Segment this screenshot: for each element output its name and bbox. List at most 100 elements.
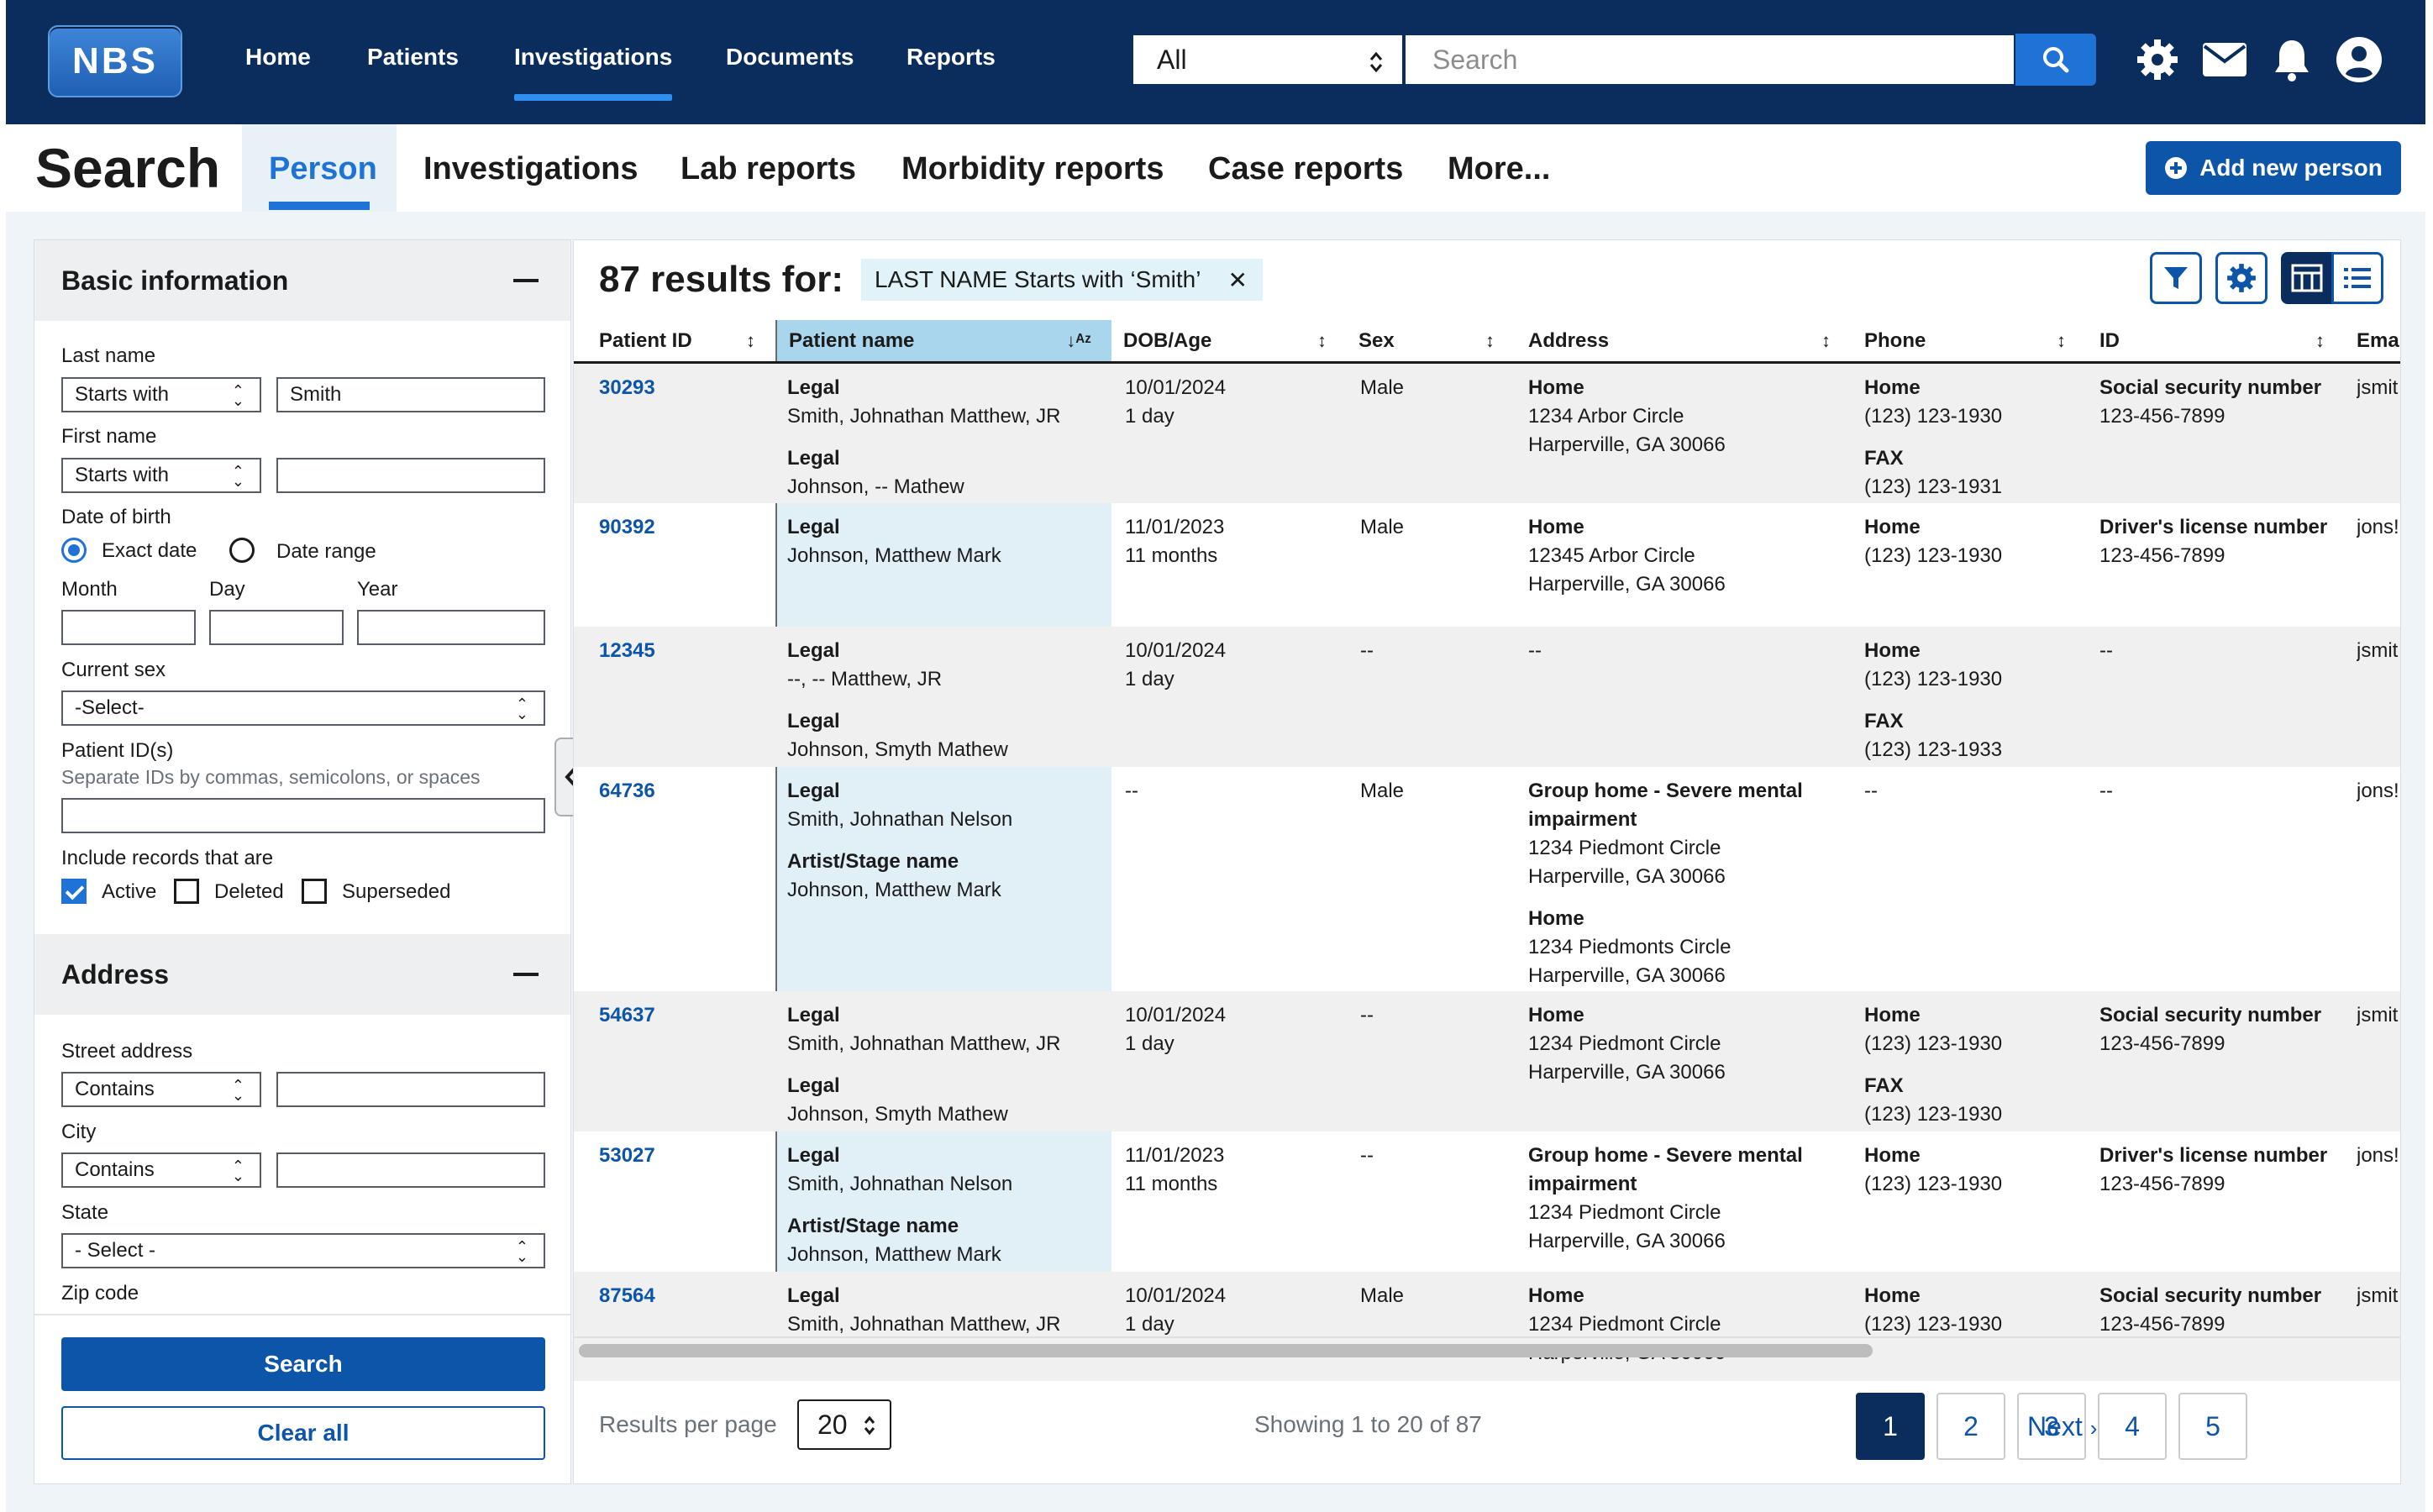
phone-cell: -- [1864, 777, 2083, 806]
nav-patients[interactable]: Patients [367, 44, 459, 71]
gear-icon[interactable] [2133, 35, 2182, 84]
search-button[interactable] [2015, 34, 2096, 86]
search-submit-button[interactable]: Search [61, 1337, 545, 1391]
bell-icon[interactable] [2267, 35, 2316, 84]
col-dob-age-label: DOB/Age [1123, 328, 1212, 352]
sort-icon[interactable]: ↕ [1485, 330, 1495, 352]
street-operator-select[interactable]: Contains ⌃ ⌄ [61, 1072, 261, 1107]
sort-icon[interactable]: ↕ [1317, 330, 1327, 352]
results-per-page-select[interactable]: 20 [797, 1399, 891, 1450]
col-sex-label: Sex [1358, 328, 1395, 352]
include-active-checkbox[interactable] [61, 879, 87, 904]
last-name-operator-select[interactable]: Starts with ⌃ ⌄ [61, 377, 261, 412]
col-sex[interactable]: Sex ↕ [1347, 320, 1515, 361]
first-name-input[interactable] [276, 458, 545, 493]
collapse-minus-icon[interactable] [513, 973, 539, 976]
tab-case-reports[interactable]: Case reports [1208, 151, 1403, 187]
collapse-minus-icon[interactable] [513, 279, 539, 282]
horizontal-scrollbar[interactable] [579, 1344, 1873, 1357]
table-view-button[interactable] [2281, 252, 2333, 304]
sort-icon[interactable]: ↕ [746, 330, 755, 352]
dob-day-input[interactable] [209, 610, 344, 645]
patient-id-link[interactable]: 90392 [599, 513, 655, 542]
city-input[interactable] [276, 1152, 545, 1188]
sort-icon[interactable]: ↕ [2315, 330, 2325, 352]
list-view-button[interactable] [2331, 252, 2383, 304]
settings-button[interactable] [2215, 252, 2267, 304]
sort-az-icon[interactable]: ↓ᴬᶻ [1066, 330, 1091, 352]
address-header[interactable]: Address [34, 934, 570, 1015]
current-sex-select[interactable]: -Select- ⌃ ⌄ [61, 690, 545, 726]
patient-ids-input[interactable] [61, 798, 545, 833]
results-count-text: Showing 1 to 20 of 87 [1254, 1411, 1482, 1437]
city-operator-select[interactable]: Contains ⌃ ⌄ [61, 1152, 261, 1188]
patient-id-link[interactable]: 30293 [599, 374, 655, 402]
sort-icon[interactable]: ↕ [1821, 330, 1831, 352]
col-id-label: ID [2099, 328, 2120, 352]
patient-id-link[interactable]: 64736 [599, 777, 655, 806]
col-patient-id[interactable]: Patient ID ↕ [574, 320, 775, 361]
nbs-logo[interactable]: NBS [48, 25, 182, 97]
page-button-1[interactable]: 1 [1856, 1393, 1925, 1460]
nav-reports[interactable]: Reports [906, 44, 996, 71]
filter-button[interactable] [2150, 252, 2202, 304]
address-cell: -- [1528, 637, 1847, 665]
col-id[interactable]: ID ↕ [2086, 320, 2345, 361]
id-cell-line: 123-456-7899 [2099, 1173, 2225, 1195]
mail-icon[interactable] [2200, 35, 2249, 84]
search-scope-value: All [1157, 44, 1187, 75]
col-address[interactable]: Address ↕ [1515, 320, 1851, 361]
filter-chip[interactable]: LAST NAME Starts with ‘Smith’ ✕ [861, 259, 1263, 301]
street-address-input[interactable] [276, 1072, 545, 1107]
dob-range-radio[interactable] [229, 538, 255, 563]
add-new-person-button[interactable]: Add new person [2146, 141, 2401, 195]
id-cell-line: 123-456-7899 [2099, 1313, 2225, 1336]
clear-all-button[interactable]: Clear all [61, 1406, 545, 1460]
user-icon[interactable] [2335, 35, 2383, 84]
next-page-link[interactable]: Next › [2027, 1411, 2097, 1442]
col-dob-age[interactable]: DOB/Age ↕ [1111, 320, 1347, 361]
patient-id-link[interactable]: 54637 [599, 1001, 655, 1030]
state-select[interactable]: - Select - ⌃ ⌄ [61, 1233, 545, 1268]
col-phone[interactable]: Phone ↕ [1851, 320, 2086, 361]
dob-month-input[interactable] [61, 610, 196, 645]
search-input[interactable]: Search [1404, 34, 2015, 86]
page-button-4[interactable]: 4 [2098, 1393, 2167, 1460]
address-cell-line: Home [1528, 376, 1584, 399]
id-cell: -- [2099, 637, 2343, 665]
address-title: Address [61, 958, 170, 990]
patient-ids-hint: Separate IDs by commas, semicolons, or s… [61, 766, 481, 788]
dob-exact-label: Exact date [102, 539, 197, 562]
tab-morbidity-reports[interactable]: Morbidity reports [901, 151, 1164, 187]
patient-name-cell-line: Legal [787, 1144, 840, 1167]
tab-person[interactable]: Person [269, 151, 377, 187]
patient-ids-label: Patient ID(s) [61, 739, 174, 762]
email-cell: jons! [2357, 780, 2399, 802]
basic-info-header[interactable]: Basic information [34, 240, 570, 321]
dob-exact-radio[interactable] [61, 538, 87, 563]
last-name-input[interactable]: Smith [276, 377, 545, 412]
tab-more[interactable]: More... [1448, 151, 1550, 187]
first-name-operator-select[interactable]: Starts with ⌃ ⌄ [61, 458, 261, 493]
nav-home[interactable]: Home [245, 44, 311, 71]
sort-icon[interactable]: ↕ [2057, 330, 2066, 352]
col-patient-name[interactable]: Patient name ↓ᴬᶻ [775, 320, 1111, 361]
search-scope-select[interactable]: All [1132, 34, 1404, 86]
include-deleted-checkbox[interactable] [174, 879, 199, 904]
dob-year-input[interactable] [357, 610, 545, 645]
include-superseded-checkbox[interactable] [302, 879, 327, 904]
page-button-5[interactable]: 5 [2178, 1393, 2247, 1460]
page-button-2[interactable]: 2 [1936, 1393, 2005, 1460]
nav-investigations[interactable]: Investigations [514, 44, 673, 101]
col-email[interactable]: Ema [2345, 320, 2400, 361]
patient-id-link[interactable]: 12345 [599, 637, 655, 665]
tab-lab-reports[interactable]: Lab reports [681, 151, 856, 187]
patient-id-link[interactable]: 53027 [599, 1142, 655, 1170]
patient-name-cell-line: Johnson, Smyth Mathew [787, 1103, 1008, 1126]
tab-investigations[interactable]: Investigations [423, 151, 638, 187]
dob-age-cell-line: 1 day [1125, 1032, 1174, 1055]
address-cell-line: Harperville, GA 30066 [1528, 573, 1726, 596]
patient-id-link[interactable]: 87564 [599, 1282, 655, 1310]
close-icon[interactable]: ✕ [1228, 266, 1248, 294]
nav-documents[interactable]: Documents [726, 44, 854, 71]
